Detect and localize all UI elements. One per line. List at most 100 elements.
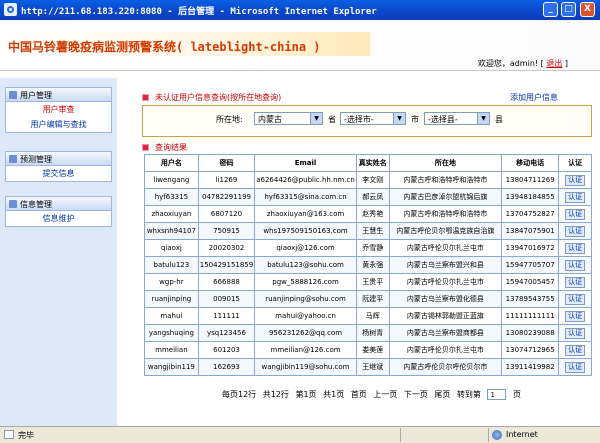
last-page-link[interactable]: 尾页 — [434, 390, 450, 399]
maximize-button[interactable]: □ — [561, 2, 576, 17]
cell-email: hyf63315@sina.com.cn — [254, 188, 357, 206]
col-header: 密码 — [197, 154, 256, 172]
cell-verify: 认证 — [558, 188, 592, 206]
sidebar-group-title[interactable]: 信息管理 — [5, 196, 112, 211]
cell-verify: 认证 — [558, 205, 592, 223]
verify-button[interactable]: 认证 — [565, 361, 586, 373]
cell-username: yangshuqing — [144, 324, 199, 342]
verify-button[interactable]: 认证 — [565, 242, 586, 254]
table-row: qiaoxj 20020302 qiaoxj@126.com 乔雪静 内蒙古呼伦贝尔扎兰… — [144, 239, 592, 257]
current-page-text: 第1页 — [295, 390, 317, 399]
cell-username: qiaoxj — [144, 239, 199, 257]
cell-password: 601203 — [197, 341, 256, 359]
close-button[interactable]: X — [580, 2, 595, 17]
cell-verify: 认证 — [558, 341, 592, 359]
page-suffix: 页 — [513, 390, 522, 399]
cell-password: ysq123456 — [197, 324, 256, 342]
cell-verify: 认证 — [558, 171, 592, 189]
cell-username: mmeilian — [144, 341, 199, 359]
sidebar-group-title[interactable]: 预测管理 — [5, 151, 112, 166]
add-user-link[interactable]: 添加用户信息 — [510, 92, 558, 103]
cell-realname: 赵秀艳 — [355, 205, 390, 223]
province-select[interactable]: 内蒙古 ▼ — [254, 112, 323, 125]
welcome-text: 欢迎您，admin! — [477, 59, 539, 68]
city-select[interactable]: -选择市- ▼ — [340, 112, 406, 125]
cell-verify: 认证 — [558, 239, 592, 257]
sidebar-item-info-maintain[interactable]: 信息维护 — [5, 211, 112, 227]
table-row: batulu123 150429151859 batulu123@sohu.com 黄… — [144, 256, 592, 274]
verify-button[interactable]: 认证 — [565, 310, 586, 322]
cell-location: 内蒙古锡林郭勒盟正蓝旗 — [388, 307, 503, 325]
status-divider — [488, 428, 489, 442]
bracket-close: ] — [564, 59, 568, 68]
verify-button[interactable]: 认证 — [565, 191, 586, 203]
sidebar-group-forecast: 预测管理 提交信息 — [5, 151, 112, 182]
cell-realname: 黄永强 — [355, 256, 390, 274]
minimize-button[interactable]: _ — [543, 2, 558, 17]
verify-button[interactable]: 认证 — [565, 259, 586, 271]
cell-phone: 13804711269 — [501, 171, 560, 189]
globe-icon — [492, 430, 502, 440]
cell-phone: 13704752827 — [501, 205, 560, 223]
results-table: 用户名 密码 Email 真实姓名 所在地 移动电话 认证 liwengang l… — [144, 154, 592, 376]
verify-button[interactable]: 认证 — [565, 293, 586, 305]
cell-email: mahui@yahoo.cn — [254, 307, 357, 325]
cell-email: batulu123@sohu.com — [254, 256, 357, 274]
ie-icon — [4, 3, 17, 16]
cell-location: 内蒙古呼伦贝尔鄂温克族自治旗 — [388, 222, 503, 240]
sidebar-item-user-review[interactable]: 用户审查 — [5, 102, 112, 117]
cell-verify: 认证 — [558, 290, 592, 308]
table-row: zhaoxiuyan 6807120 zhaoxiuyan@163.com 赵秀艳 内蒙… — [144, 205, 592, 223]
window-title: http://211.68.183.220:8080 - 后台管理 - Micr… — [21, 7, 377, 17]
cell-username: ruanjinping — [144, 290, 199, 308]
cell-password: 20020302 — [197, 239, 256, 257]
verify-button[interactable]: 认证 — [565, 344, 586, 356]
cell-realname: 乔雪静 — [355, 239, 390, 257]
cell-location: 内蒙古乌兰察布盟商都县 — [388, 324, 503, 342]
cell-location: 内蒙古巴彦淖尔盟杭锦后旗 — [388, 188, 503, 206]
table-row: wangjibin119 162693 wangjibin119@sohu.com 王… — [144, 358, 592, 376]
county-suffix: 县 — [495, 115, 503, 124]
cell-email: mmeilian@126.com — [254, 341, 357, 359]
logout-link[interactable]: 退出 — [546, 59, 562, 68]
page-icon — [4, 430, 14, 439]
cell-email: zhaoxiuyan@163.com — [254, 205, 357, 223]
first-page-link[interactable]: 首页 — [351, 390, 367, 399]
per-page-text: 每页12行 — [222, 390, 257, 399]
cell-phone: 15947005457 — [501, 273, 560, 291]
verify-button[interactable]: 认证 — [565, 276, 586, 288]
cell-email: a6264426@public.hh.nm.cn — [254, 171, 357, 189]
county-select[interactable]: -选择县- ▼ — [424, 112, 490, 125]
cell-password: 04782291199 — [197, 188, 256, 206]
zone-text: Internet — [506, 430, 538, 439]
cell-phone: 15947705707 — [501, 256, 560, 274]
verify-button[interactable]: 认证 — [565, 174, 586, 186]
verify-button[interactable]: 认证 — [565, 327, 586, 339]
cell-password: 162693 — [197, 358, 256, 376]
sidebar-item-submit-info[interactable]: 提交信息 — [5, 166, 112, 182]
table-row: ruanjinping 009015 ruanjinping@sohu.com 阮建平… — [144, 290, 592, 308]
sidebar-item-user-edit[interactable]: 用户编辑与查找 — [5, 117, 112, 133]
cell-verify: 认证 — [558, 222, 592, 240]
table-row: whxsnh94107 750915 whs197509150163.com 王慧生内… — [144, 222, 592, 240]
sidebar-group-title[interactable]: 用户管理 — [5, 87, 112, 102]
cell-username: zhaoxiuyan — [144, 205, 199, 223]
cell-realname: 娄美莲 — [355, 341, 390, 359]
cell-password: 750915 — [197, 222, 256, 240]
cell-location: 内蒙古乌兰察布盟化德县 — [388, 290, 503, 308]
next-page-link[interactable]: 下一页 — [404, 390, 428, 399]
verify-button[interactable]: 认证 — [565, 225, 586, 237]
col-header: 用户名 — [144, 154, 199, 172]
cell-verify: 认证 — [558, 358, 592, 376]
table-row: wgp-hr 666888 pgw_5888126.com 王贵平 内蒙古呼伦贝尔扎兰屯… — [144, 273, 592, 291]
cell-email: wangjibin119@sohu.com — [254, 358, 357, 376]
col-header: 认证 — [558, 154, 592, 172]
table-row: hyf63315 04782291199 hyf63315@sina.com.cn 郝… — [144, 188, 592, 206]
col-header: Email — [254, 154, 357, 172]
table-row: mahui 111111 mahui@yahoo.cn 马辉 内蒙古锡林郭勒盟正蓝旗 11… — [144, 307, 592, 325]
verify-button[interactable]: 认证 — [565, 208, 586, 220]
page-select[interactable]: 1 — [487, 389, 507, 400]
users-icon — [9, 91, 17, 99]
prev-page-link[interactable]: 上一页 — [373, 390, 397, 399]
cell-email: pgw_5888126.com — [254, 273, 357, 291]
